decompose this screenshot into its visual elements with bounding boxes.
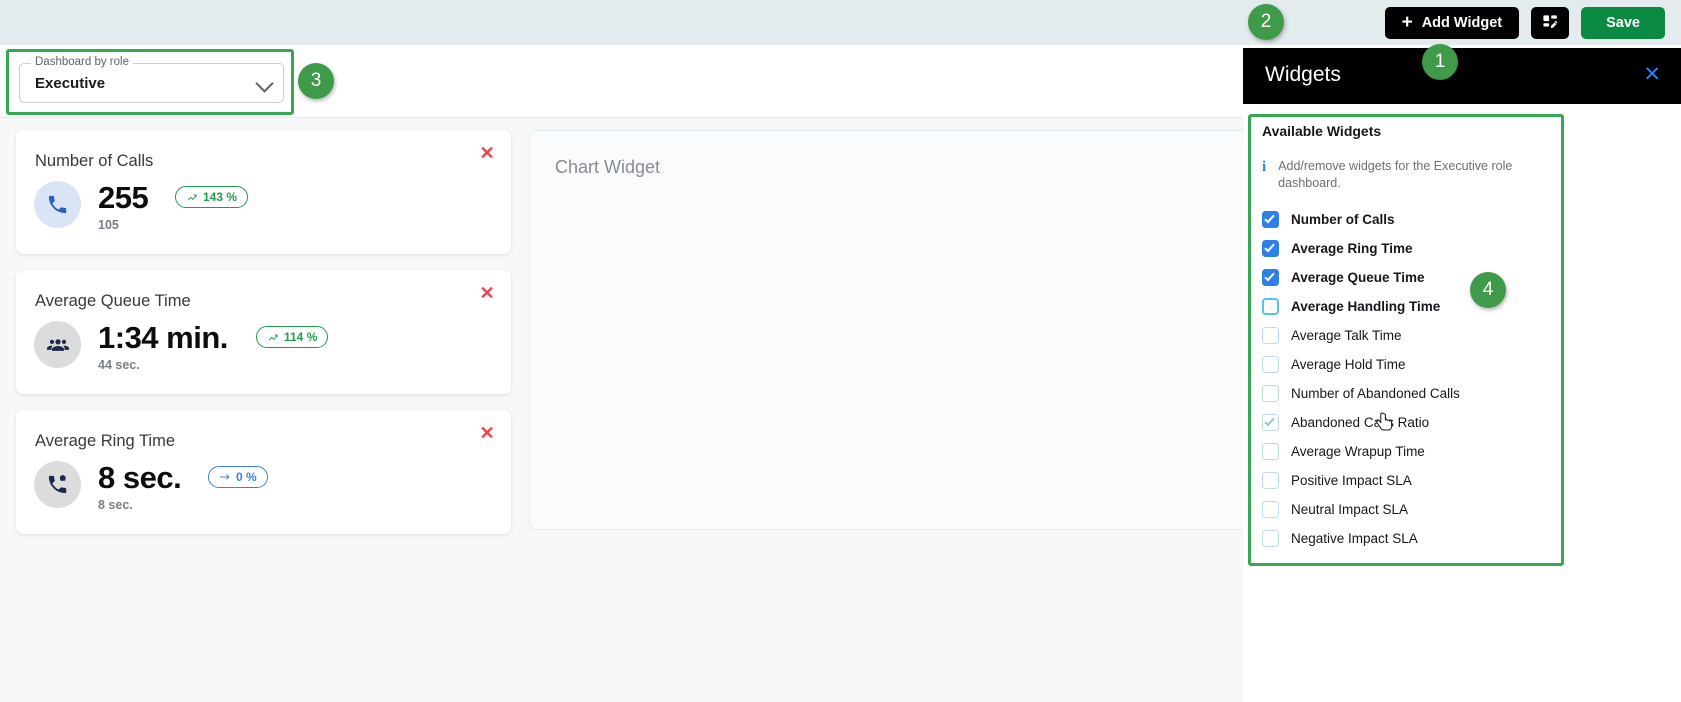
card-trend-text: 114 % (284, 330, 317, 344)
widget-checkbox[interactable] (1262, 385, 1279, 402)
widget-checkbox-row[interactable]: Positive Impact SLA (1262, 466, 1552, 495)
widget-checkbox-label: Negative Impact SLA (1291, 531, 1418, 546)
card-trend-badge: 143 % (175, 186, 248, 208)
widget-checkbox-label: Average Handling Time (1291, 299, 1440, 314)
close-icon[interactable]: ✕ (1643, 64, 1661, 85)
annotation-badge-1: 1 (1422, 44, 1458, 80)
available-widgets-info: i Add/remove widgets for the Executive r… (1262, 158, 1530, 191)
widget-checkbox[interactable] (1262, 530, 1279, 547)
dashboard-root: + Add Widget Save Dashboard by role Exec… (0, 0, 1681, 702)
widget-checkbox[interactable] (1262, 298, 1279, 315)
trend-up-icon (267, 331, 279, 343)
card-trend-text: 0 % (236, 470, 257, 484)
chevron-down-icon (255, 74, 273, 92)
add-widget-button[interactable]: + Add Widget (1385, 7, 1520, 39)
widget-checkbox-label: Positive Impact SLA (1291, 473, 1412, 488)
save-button[interactable]: Save (1581, 7, 1665, 39)
widget-checkbox-row[interactable]: Negative Impact SLA (1262, 524, 1552, 553)
annotation-badge-3: 3 (298, 63, 334, 99)
annotation-badge-2: 2 (1248, 4, 1284, 40)
card-trend-badge: 114 % (256, 326, 328, 348)
card-close-icon[interactable]: ✕ (478, 144, 496, 162)
widget-checkbox-label: Average Ring Time (1291, 241, 1413, 256)
card-subvalue: 8 sec. (98, 498, 133, 512)
widget-checkbox[interactable] (1262, 211, 1279, 228)
kpi-card-average-queue-time[interactable]: Average Queue Time ✕ 1:34 min. 44 sec. 1… (16, 270, 511, 394)
people-group-icon (34, 321, 81, 368)
check-icon (1264, 271, 1274, 282)
trend-up-icon (186, 191, 198, 203)
widget-checkbox[interactable] (1262, 356, 1279, 373)
kpi-card-average-ring-time[interactable]: Average Ring Time ✕ 8 sec. 8 sec. 0 % (16, 410, 511, 534)
dashboard-role-select[interactable]: Dashboard by role Executive (19, 63, 284, 103)
widget-checkbox[interactable] (1262, 443, 1279, 460)
card-close-icon[interactable]: ✕ (478, 284, 496, 302)
card-value: 8 sec. (98, 460, 181, 496)
check-icon (1264, 242, 1274, 253)
widget-checkbox-row[interactable]: Average Ring Time (1262, 234, 1552, 263)
widget-checkbox-row[interactable]: Average Hold Time (1262, 350, 1552, 379)
available-widgets-info-text: Add/remove widgets for the Executive rol… (1278, 158, 1530, 191)
widget-checkbox-label: Neutral Impact SLA (1291, 502, 1408, 517)
widget-checkbox[interactable] (1262, 501, 1279, 518)
trend-flat-icon (219, 471, 231, 483)
card-title: Number of Calls (35, 152, 153, 171)
widget-checkbox[interactable] (1262, 240, 1279, 257)
widget-checkbox[interactable] (1262, 327, 1279, 344)
widgets-panel-header: Widgets ✕ (1243, 48, 1681, 104)
widgets-panel-title: Widgets (1265, 63, 1341, 87)
dashboard-role-label: Dashboard by role (31, 56, 133, 68)
card-subvalue: 105 (98, 218, 119, 232)
card-trend-text: 143 % (203, 190, 237, 204)
widget-checkbox[interactable] (1262, 414, 1279, 431)
phone-ring-icon (34, 461, 81, 508)
widget-checkbox-row[interactable]: Average Handling Time (1262, 292, 1552, 321)
card-title: Average Queue Time (35, 292, 191, 311)
widget-checkbox[interactable] (1262, 472, 1279, 489)
top-toolbar: + Add Widget Save (0, 0, 1681, 45)
widget-checkbox-label: Number of Calls (1291, 212, 1395, 227)
card-value: 1:34 min. (98, 320, 228, 356)
widget-checkbox-row[interactable]: Neutral Impact SLA (1262, 495, 1552, 524)
widget-checkbox-label: Average Queue Time (1291, 270, 1425, 285)
plus-icon: + (1402, 13, 1413, 32)
available-widgets-list: Number of Calls Average Ring Time Average … (1262, 205, 1552, 553)
info-icon: i (1262, 158, 1266, 191)
card-value: 255 (98, 180, 148, 216)
card-title: Average Ring Time (35, 432, 175, 451)
card-subvalue: 44 sec. (98, 358, 140, 372)
widget-checkbox-row[interactable]: Average Talk Time (1262, 321, 1552, 350)
check-icon (1264, 213, 1274, 224)
card-trend-badge: 0 % (208, 466, 268, 488)
kpi-card-number-of-calls[interactable]: Number of Calls ✕ 255 105 143 % (16, 130, 511, 254)
widget-checkbox-label: Average Wrapup Time (1291, 444, 1425, 459)
add-widget-label: Add Widget (1422, 15, 1502, 31)
phone-icon (34, 181, 81, 228)
dashboard-customize-button[interactable] (1531, 7, 1569, 39)
annotation-badge-4: 4 (1470, 272, 1506, 308)
widget-checkbox-row[interactable]: Abandoned Calls Ratio (1262, 408, 1552, 437)
dashboard-customize-icon (1542, 14, 1559, 31)
widget-checkbox-label: Abandoned Calls Ratio (1291, 415, 1429, 430)
widget-checkbox[interactable] (1262, 269, 1279, 286)
card-close-icon[interactable]: ✕ (478, 424, 496, 442)
available-widgets-title: Available Widgets (1262, 123, 1381, 139)
widget-checkbox-row[interactable]: Average Queue Time (1262, 263, 1552, 292)
widget-checkbox-label: Number of Abandoned Calls (1291, 386, 1460, 401)
check-icon (1264, 416, 1274, 427)
dashboard-role-value: Executive (35, 75, 105, 92)
widget-checkbox-label: Average Talk Time (1291, 328, 1402, 343)
widgets-panel: Widgets ✕ Available Widgets i Add/remove… (1243, 48, 1681, 702)
widget-checkbox-label: Average Hold Time (1291, 357, 1406, 372)
widget-checkbox-row[interactable]: Number of Calls (1262, 205, 1552, 234)
mouse-cursor-pointer (1374, 411, 1396, 437)
widget-checkbox-row[interactable]: Number of Abandoned Calls (1262, 379, 1552, 408)
chart-widget-title: Chart Widget (555, 157, 660, 178)
widget-checkbox-row[interactable]: Average Wrapup Time (1262, 437, 1552, 466)
